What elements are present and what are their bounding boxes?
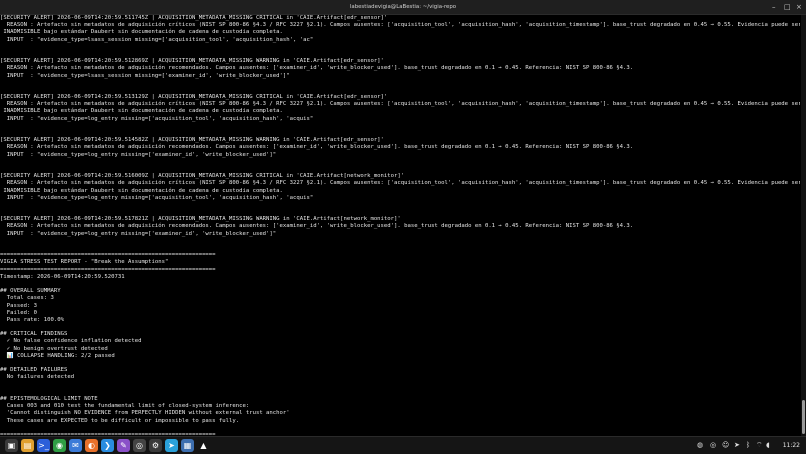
terminal-line: REASON : Artefacto sin metadatos de adqu… (0, 144, 634, 151)
terminal-line: No failures detected (0, 374, 75, 381)
terminal-line: Pass rate: 100.0% (0, 316, 64, 323)
terminal-line: ✓ No benign overtrust detected (0, 345, 108, 352)
terminal-scrollbar[interactable] (801, 15, 806, 436)
terminal-output[interactable]: [SECURITY ALERT] 2026-06-09T14:20:59.511… (0, 15, 800, 436)
terminal-line: REASON : Artefacto sin metadatos de adqu… (0, 65, 634, 72)
volume-icon[interactable]: ◖ (766, 437, 770, 454)
terminal-line: INPUT : "evidence_type=lsass_session mis… (0, 72, 290, 79)
color-picker-icon[interactable]: ◍ (697, 437, 703, 454)
vscode-icon[interactable]: ❯ (101, 439, 114, 452)
terminal-line: Cases 003 and 010 test the fundamental l… (0, 403, 250, 410)
terminal-line: Passed: 3 (0, 302, 38, 309)
terminal-line: ## OVERALL SUMMARY (0, 288, 61, 295)
terminal-line: INPUT : "evidence_type=log_entry missing… (0, 115, 314, 122)
scrollbar-thumb[interactable] (802, 400, 805, 434)
github-icon[interactable]: ◎ (133, 439, 146, 452)
terminal-line: VIGIA STRESS TEST REPORT - "Break the As… (0, 259, 169, 266)
terminal-line: ========================================… (0, 266, 216, 273)
window-titlebar[interactable]: labestiadevigia@LaBestia: ~/vigia-repo –… (0, 0, 806, 15)
terminal-line: ## CRITICAL FINDINGS (0, 331, 68, 338)
terminal-line: 📊 COLLAPSE HANDLING: 2/2 passed (0, 352, 115, 359)
terminal-line: 'Cannot distinguish NO EVIDENCE from PER… (0, 410, 290, 417)
terminal-line: INPUT : "evidence_type=log_entry missing… (0, 194, 314, 201)
editor-icon[interactable]: ✎ (117, 439, 130, 452)
notes-icon[interactable]: ▦ (181, 439, 194, 452)
close-icon[interactable]: × (796, 0, 802, 14)
terminal-line: INADMISIBLE bajo estándar Daubert sin do… (0, 187, 283, 194)
files-icon[interactable]: ▤ (21, 439, 34, 452)
chrome-icon[interactable]: ◉ (53, 439, 66, 452)
terminal-line: REASON : Artefacto sin metadatos de adqu… (0, 223, 634, 230)
terminal-line: INADMISIBLE bajo estándar Daubert sin do… (0, 108, 283, 115)
firefox-icon[interactable]: ◐ (85, 439, 98, 452)
terminal-line: INPUT : "evidence_type=lsass_session mis… (0, 36, 314, 43)
terminal-line: ## EPISTEMOLOGICAL LIMIT NOTE (0, 395, 98, 402)
terminal-line: ## DETAILED FAILURES (0, 367, 68, 374)
terminal-line: Timestamp: 2026-06-09T14:20:59.520731 (0, 273, 125, 280)
window-title: labestiadevigia@LaBestia: ~/vigia-repo (349, 4, 457, 10)
terminal-line: Total cases: 3 (0, 295, 54, 302)
maximize-icon[interactable]: □ (784, 0, 791, 14)
clock[interactable]: 11:22 (783, 437, 800, 454)
wifi-icon[interactable]: ⌔ (756, 437, 763, 454)
terminal-line: These cases are EXPECTED to be difficult… (0, 417, 240, 424)
terminal-line: INADMISIBLE bajo estándar Daubert sin do… (0, 29, 283, 36)
minimize-icon[interactable]: – (772, 0, 776, 14)
taskbar: ▣ ▤ >_ ◉ ✉ ◐ ❯ ✎ ◎ ⚙ ➤ ▦ ▲ ◍ ◎ ☺ ➤ ᛒ ⌔ ◖ 11:22 (0, 436, 806, 454)
terminal-line: ✓ No false confidence inflation detected (0, 338, 142, 345)
accessibility-icon[interactable]: ☺ (722, 437, 729, 454)
app-launcher-icon[interactable]: ▣ (5, 439, 18, 452)
mail-icon[interactable]: ✉ (69, 439, 82, 452)
terminal-line: Failed: 0 (0, 309, 38, 316)
terminal-app-icon[interactable]: >_ (37, 439, 50, 452)
settings-icon[interactable]: ⚙ (149, 439, 162, 452)
telegram-tray-icon[interactable]: ➤ (734, 437, 740, 454)
terminal-line: INPUT : "evidence_type=log_entry missing… (0, 151, 277, 158)
bluetooth-icon[interactable]: ᛒ (746, 437, 750, 454)
steam-icon[interactable]: ◎ (710, 437, 716, 454)
terminal-line: ========================================… (0, 252, 216, 259)
terminal-line: INPUT : "evidence_type=log_entry missing… (0, 230, 277, 237)
arch-icon[interactable]: ▲ (197, 439, 210, 452)
telegram-icon[interactable]: ➤ (165, 439, 178, 452)
terminal-line: REASON : Artefacto sin metadatos de adqu… (0, 180, 800, 187)
